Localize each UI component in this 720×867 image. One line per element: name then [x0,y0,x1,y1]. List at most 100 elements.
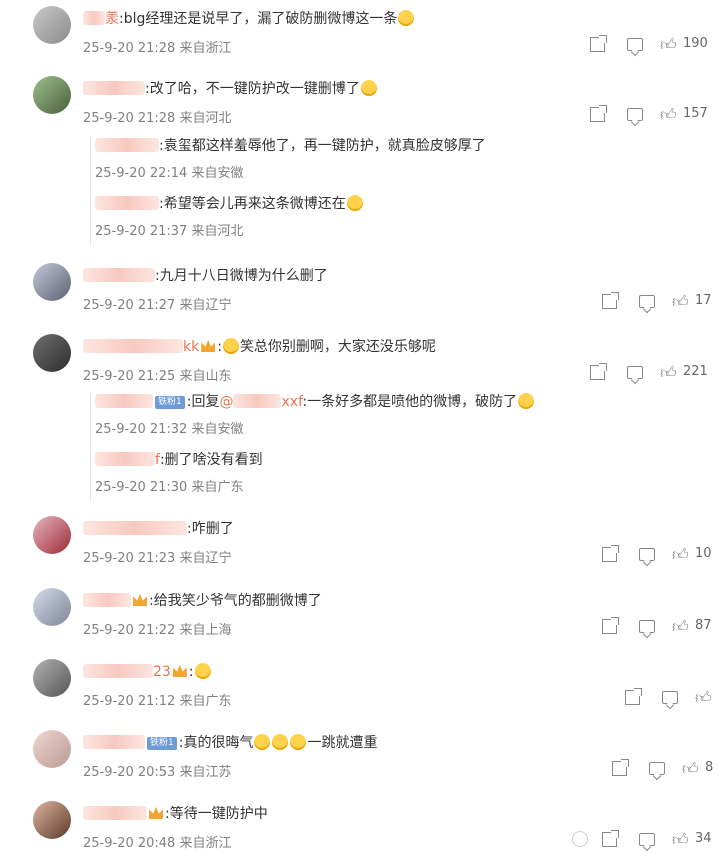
thumbs-up-icon[interactable]: 👍︎ [682,759,702,779]
share-icon[interactable] [602,545,619,562]
username-suffix[interactable]: 23 [153,662,171,682]
comment-icon[interactable] [639,620,655,633]
comment-icon[interactable] [627,38,643,51]
share-icon[interactable] [602,617,619,634]
comment-icon[interactable] [662,691,678,704]
comment-item: kk: 笑总你别删啊，大家还没乐够呢 25-9-20 21:25 来自山东 👍︎ … [0,334,720,504]
comment-item: :给我笑少爷气的都删微博了 25-9-20 21:22 来自上海 👍︎ 87 [0,588,720,648]
avatar[interactable] [33,76,71,114]
username-blurred[interactable] [83,11,105,25]
like-count: 221 [683,364,708,379]
reply-text: :袁玺都这样羞辱他了，再一键防护，就真脸皮够厚了 [159,138,486,154]
avatar[interactable] [33,263,71,301]
reply-divider [90,136,91,246]
share-icon[interactable] [612,759,629,776]
avatar[interactable] [33,801,71,839]
crown-icon [201,340,216,352]
thumbs-up-icon[interactable]: 👍︎ [660,363,680,383]
comment-meta: 25-9-20 21:28 来自浙江 [83,41,232,56]
share-icon[interactable] [602,830,619,847]
share-icon[interactable] [590,363,607,380]
cat-emoji-icon [346,195,363,211]
comment-item: :咋删了 25-9-20 21:23 来自辽宁 👍︎ 10 [0,516,720,576]
reply-text: :删了啥没有看到 [159,452,263,468]
avatar[interactable] [33,6,71,44]
comment-icon[interactable] [627,366,643,379]
username-suffix[interactable]: kk [183,337,199,357]
share-icon[interactable] [625,688,642,705]
thumbs-up-icon[interactable]: 👍︎ [672,830,692,850]
username-blurred[interactable] [83,735,145,749]
username-blurred[interactable] [83,339,183,353]
username-blurred[interactable] [83,593,131,607]
like-count: 8 [705,760,714,775]
comment-item: :九月十八日微博为什么删了 25-9-20 21:27 来自辽宁 👍︎ 17 [0,263,720,323]
comment-text: : [188,664,194,680]
username-blurred[interactable] [83,664,153,678]
comment-item: :改了哈，不一键防护改一键删博了 25-9-20 21:28 来自河北 👍︎ 1… [0,76,720,246]
comment-meta: 25-9-20 20:53 来自江苏 [83,765,232,780]
comment-feed: 羕:blg经理还是说早了，漏了破防删微博这一条 25-9-20 21:28 来自… [0,0,720,867]
thumbs-up-icon[interactable]: 👍︎ [672,617,692,637]
mention-blurred[interactable] [233,394,282,408]
reply-text: :希望等会儿再来这条微博还在 [159,196,346,212]
comment-text: :等待一键防护中 [165,806,268,822]
emoji-icon [222,338,239,354]
username-blurred[interactable] [95,196,159,210]
like-count: 87 [695,618,712,633]
reply-meta: 25-9-20 21:37 来自河北 [95,224,244,239]
username-blurred[interactable] [83,268,155,282]
comment-text: :改了哈，不一键防护改一键删博了 [145,81,360,97]
thumbs-up-icon[interactable]: 👍︎ [672,292,692,312]
comment-icon[interactable] [627,108,643,121]
mention-suffix[interactable]: xxf [281,394,302,410]
reply-meta: 25-9-20 21:32 来自安徽 [95,422,244,437]
comment-icon[interactable] [639,295,655,308]
comment-meta: 25-9-20 21:27 来自辽宁 [83,298,232,313]
username-suffix[interactable]: 羕 [105,9,119,29]
avatar[interactable] [33,730,71,768]
comment-meta: 25-9-20 21:25 来自山东 [83,369,232,384]
fan-badge: 铁粉1 [155,396,185,409]
crown-icon [172,665,187,677]
reply-meta: 25-9-20 21:30 来自广东 [95,480,244,495]
comment-meta: 25-9-20 21:12 来自广东 [83,694,232,709]
reply-item: f:删了啥没有看到 25-9-20 21:30 来自广东 [95,450,263,495]
comment-item: 铁粉1:真的很晦气 一跳就遭重 25-9-20 20:53 来自江苏 👍︎ 8 [0,730,720,790]
username-blurred[interactable] [83,806,147,820]
thumbs-up-icon[interactable]: 👍︎ [672,545,692,565]
avatar[interactable] [33,659,71,697]
thumbs-up-icon[interactable]: 👍︎ [660,105,680,125]
comment-text: :blg经理还是说早了，漏了破防删微博这一条 [119,11,398,27]
thumbs-up-icon[interactable]: 👍︎ [660,35,680,55]
username-blurred[interactable] [83,521,187,535]
more-options-icon[interactable] [572,831,588,847]
username-blurred[interactable] [95,452,155,466]
comment-meta: 25-9-20 21:23 来自辽宁 [83,551,232,566]
username-blurred[interactable] [83,81,145,95]
comment-icon[interactable] [649,762,665,775]
reply-item: :袁玺都这样羞辱他了，再一键防护，就真脸皮够厚了 25-9-20 22:14 来… [95,136,486,181]
comment-text: 笑总你别删啊，大家还没乐够呢 [239,339,436,355]
reply-item: 铁粉1:回复@ xxf:一条好多都是喷他的微博，破防了 25-9-20 21:32… [95,392,535,437]
username-blurred[interactable] [95,138,159,152]
thumbs-up-icon[interactable]: 👍︎ [695,688,715,708]
comment-text: :九月十八日微博为什么删了 [155,268,328,284]
reply-divider [90,392,91,502]
comment-icon[interactable] [639,548,655,561]
emoji-icon [272,734,289,750]
comment-text: :咋删了 [187,521,234,537]
avatar[interactable] [33,334,71,372]
comment-icon[interactable] [639,833,655,846]
like-count: 157 [683,106,708,121]
avatar[interactable] [33,516,71,554]
fan-badge: 铁粉1 [147,737,177,750]
share-icon[interactable] [590,105,607,122]
share-icon[interactable] [602,292,619,309]
like-count: 34 [695,831,712,846]
share-icon[interactable] [590,35,607,52]
username-blurred[interactable] [95,394,153,408]
avatar[interactable] [33,588,71,626]
emoji-icon [518,393,535,409]
emoji-icon [194,663,211,679]
